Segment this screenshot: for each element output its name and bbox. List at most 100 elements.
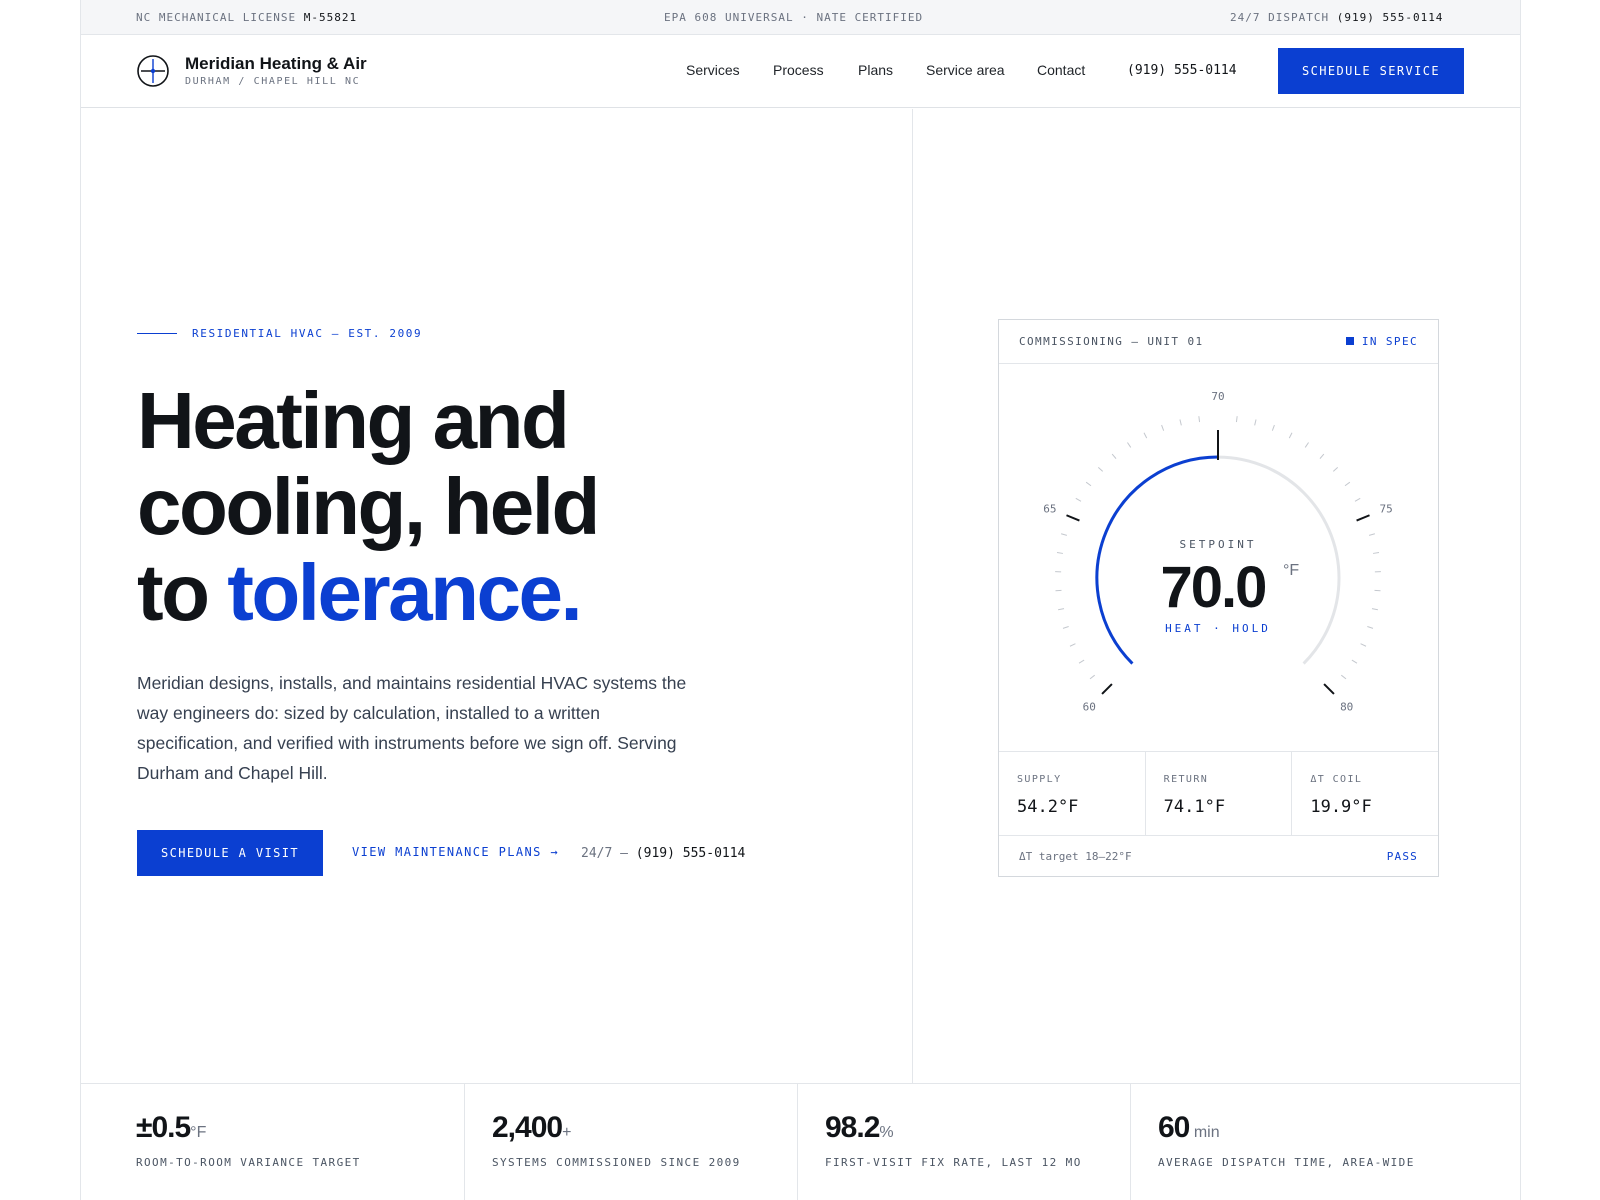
schedule-service-button[interactable]: SCHEDULE SERVICE — [1278, 48, 1464, 94]
gauge-minor-tick — [1340, 674, 1347, 680]
stat-variance: ±0.5°F ROOM-TO-ROOM VARIANCE TARGET — [81, 1084, 464, 1200]
stat-fix-rate: 98.2% FIRST-VISIT FIX RATE, LAST 12 MO — [797, 1084, 1130, 1200]
gauge-tick-label: 75 — [1379, 502, 1392, 515]
commissioning-card: COMMISSIONING — UNIT 01 IN SPEC 60 65 70 75… — [998, 319, 1439, 877]
gauge-major-tick — [1066, 514, 1080, 522]
gauge-major-tick — [1323, 683, 1335, 695]
gauge-minor-tick — [1368, 533, 1376, 536]
hero-phone[interactable]: 24/7 — (919) 555-0114 — [581, 846, 745, 861]
gauge-minor-tick — [1161, 424, 1165, 431]
readout-label: SUPPLY — [1017, 774, 1062, 785]
readout-label: RETURN — [1163, 774, 1209, 785]
readout-supply: SUPPLY 54.2°F — [999, 752, 1146, 835]
status-badge: IN SPEC — [1345, 335, 1418, 348]
gauge-label: SETPOINT — [1180, 538, 1257, 551]
stat-value: 2,400+ — [492, 1111, 571, 1145]
gauge-minor-tick — [1060, 533, 1068, 536]
nav-contact[interactable]: Contact — [1037, 62, 1085, 78]
stat-label: SYSTEMS COMMISSIONED SINCE 2009 — [492, 1156, 741, 1169]
maintenance-plans-link[interactable]: VIEW MAINTENANCE PLANS → — [352, 845, 559, 859]
nav-services[interactable]: Services — [686, 62, 740, 78]
nav-plans[interactable]: Plans — [858, 62, 893, 78]
card-title: COMMISSIONING — UNIT 01 — [1019, 335, 1204, 348]
gauge-minor-tick — [1332, 466, 1339, 472]
license-number: M-55821 — [303, 11, 358, 24]
page-frame: NC MECHANICAL LICENSE M-55821 EPA 608 UN… — [80, 0, 1521, 1200]
gauge-minor-tick — [1062, 626, 1069, 629]
card-header: COMMISSIONING — UNIT 01 IN SPEC — [999, 320, 1438, 364]
readout-return: RETURN 74.1°F — [1146, 752, 1293, 835]
gauge-minor-tick — [1354, 497, 1361, 502]
headline-line-3: to — [137, 548, 210, 637]
gauge-minor-tick — [1085, 481, 1092, 487]
gauge-minor-tick — [1143, 432, 1148, 439]
gauge-minor-tick — [1367, 626, 1374, 629]
stat-dispatch: 60 min AVERAGE DISPATCH TIME, AREA-WIDE — [1130, 1084, 1520, 1200]
stat-number: ±0.5 — [136, 1111, 191, 1144]
header-phone[interactable]: (919) 555-0114 — [1127, 63, 1237, 78]
gauge-minor-tick — [1056, 552, 1064, 554]
readout-value: 74.1°F — [1163, 797, 1226, 817]
schedule-visit-button[interactable]: SCHEDULE A VISIT — [137, 830, 323, 876]
setpoint-gauge[interactable]: 60 65 70 75 80 SETPOINT 70.0 °F HEAT · HOLD — [999, 364, 1438, 754]
status-dot-icon — [1345, 337, 1354, 345]
gauge-minor-tick — [1089, 674, 1096, 680]
gauge-minor-tick — [1271, 424, 1275, 431]
gauge-minor-tick — [1058, 608, 1065, 611]
gauge-minor-tick — [1127, 442, 1132, 448]
hero-headline: Heating and cooling, held to tolerance. — [137, 376, 600, 637]
gauge-minor-tick — [1351, 659, 1358, 664]
gauge-minor-tick — [1075, 497, 1082, 502]
gauge-tick-label: 60 — [1083, 701, 1096, 714]
stat-label: AVERAGE DISPATCH TIME, AREA-WIDE — [1158, 1156, 1415, 1169]
certifications: EPA 608 UNIVERSAL · NATE CERTIFIED — [664, 11, 924, 24]
hero-eyebrow: RESIDENTIAL HVAC — EST. 2009 — [192, 327, 423, 340]
gauge-mode: HEAT · HOLD — [1165, 622, 1271, 635]
gauge-minor-tick — [1319, 453, 1325, 459]
top-utility-bar: NC MECHANICAL LICENSE M-55821 EPA 608 UN… — [81, 0, 1520, 35]
headline-accent: tolerance. — [227, 548, 582, 637]
dispatch-label: 24/7 DISPATCH — [1230, 11, 1330, 24]
readout-delta-coil: ΔT COIL 19.9°F — [1292, 752, 1438, 835]
gauge-minor-tick — [1198, 416, 1201, 423]
gauge-minor-tick — [1372, 552, 1380, 554]
stat-label: FIRST-VISIT FIX RATE, LAST 12 MO — [825, 1156, 1082, 1169]
hero-phone-number[interactable]: (919) 555-0114 — [636, 846, 746, 861]
pass-result: PASS — [1386, 850, 1418, 863]
gauge-minor-tick — [1078, 659, 1085, 664]
nav-service-area[interactable]: Service area — [926, 62, 1005, 78]
gauge-minor-tick — [1097, 466, 1104, 472]
gauge-minor-tick — [1360, 643, 1367, 647]
gauge-minor-tick — [1179, 419, 1182, 426]
dispatch-info[interactable]: 24/7 DISPATCH (919) 555-0114 — [1230, 11, 1443, 24]
headline-line-1: Heating and — [137, 376, 570, 465]
gauge-value: 70.0 — [1161, 555, 1266, 620]
dispatch-phone[interactable]: (919) 555-0114 — [1337, 11, 1444, 24]
status-text: IN SPEC — [1361, 335, 1418, 348]
gauge-minor-tick — [1254, 419, 1257, 426]
compass-logo-icon[interactable] — [137, 55, 169, 87]
readout-value: 19.9°F — [1310, 797, 1372, 817]
headline-line-2: cooling, held — [137, 462, 600, 551]
stat-value: 98.2% — [825, 1111, 894, 1145]
hero-divider — [912, 109, 913, 1083]
stat-unit: + — [562, 1124, 572, 1141]
gauge-minor-tick — [1288, 432, 1293, 439]
eyebrow-rule — [137, 333, 177, 334]
delta-target-note: ΔT target 18–22°F — [1019, 850, 1132, 863]
site-header: Meridian Heating & Air DURHAM / CHAPEL H… — [81, 35, 1520, 108]
stat-unit: °F — [190, 1124, 207, 1141]
readouts: SUPPLY 54.2°F RETURN 74.1°F ΔT COIL 19.9… — [999, 751, 1438, 836]
brand-name[interactable]: Meridian Heating & Air — [185, 54, 367, 74]
gauge-tick-label: 80 — [1340, 701, 1353, 714]
nav-process[interactable]: Process — [773, 62, 824, 78]
stat-systems: 2,400+ SYSTEMS COMMISSIONED SINCE 2009 — [464, 1084, 797, 1200]
gauge-major-tick — [1356, 514, 1370, 522]
gauge-minor-tick — [1111, 453, 1117, 459]
hero-phone-prefix: 24/7 — — [581, 846, 628, 861]
gauge-tick-label: 65 — [1043, 502, 1056, 515]
stats-strip: ±0.5°F ROOM-TO-ROOM VARIANCE TARGET 2,40… — [81, 1083, 1520, 1200]
brand-location: DURHAM / CHAPEL HILL NC — [185, 76, 361, 87]
gauge-minor-tick — [1069, 643, 1076, 647]
gauge-minor-tick — [1304, 442, 1309, 448]
